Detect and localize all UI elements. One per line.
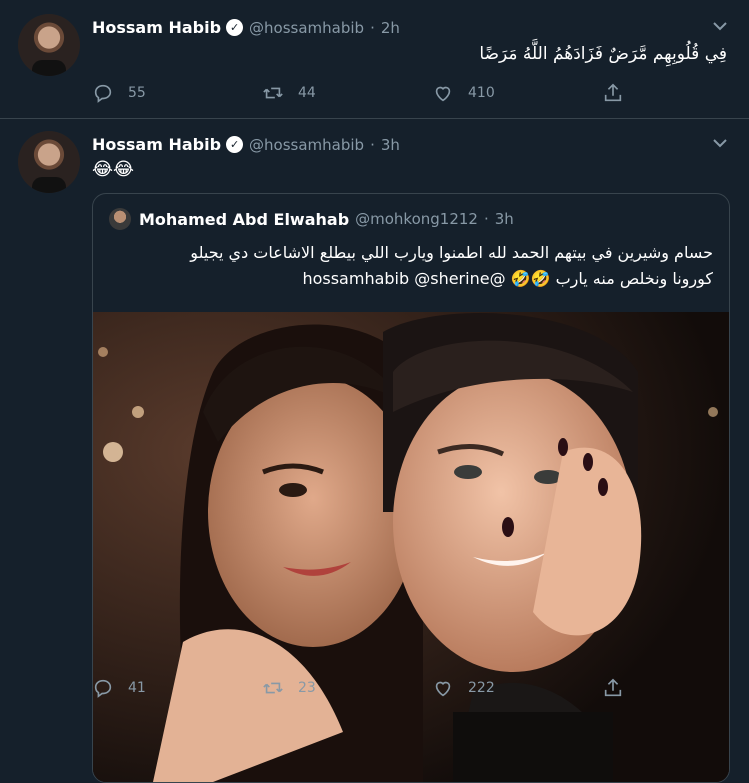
retweet-button[interactable]: 23 — [262, 677, 382, 699]
like-button[interactable]: 410 — [432, 82, 552, 104]
separator: · — [483, 210, 489, 228]
tweet-header: Hossam Habib ✓ @hossamhabib · 2h — [92, 18, 400, 37]
verified-badge-icon: ✓ — [226, 19, 244, 36]
reply-button[interactable]: 41 — [92, 677, 212, 699]
reply-button[interactable]: 55 — [92, 82, 212, 104]
chevron-down-icon[interactable] — [713, 137, 727, 152]
tweet[interactable]: Hossam Habib ✓ @hossamhabib · 2h فِي قُل… — [0, 0, 749, 119]
retweet-count: 23 — [298, 680, 316, 696]
tweet-actions: 41 23 222 — [92, 677, 632, 699]
like-count: 222 — [468, 680, 495, 696]
like-count: 410 — [468, 85, 495, 101]
reply-count: 55 — [128, 85, 146, 101]
retweet-icon — [263, 87, 283, 99]
quoted-tweet-time: 3h — [494, 210, 514, 228]
author-avatar[interactable] — [18, 131, 80, 193]
quoted-author-name: Mohamed Abd Elwahab — [139, 209, 350, 229]
share-button[interactable] — [602, 82, 632, 104]
separator: · — [370, 135, 375, 154]
author-name[interactable]: Hossam Habib — [92, 135, 221, 154]
share-icon — [604, 678, 622, 697]
quoted-tweet-text: حسام وشيرين في بيتهم الحمد لله اطمنوا وي… — [113, 240, 713, 292]
author-handle[interactable]: @hossamhabib — [249, 136, 364, 154]
quoted-text-line: حسام وشيرين في بيتهم الحمد لله اطمنوا وي… — [190, 243, 713, 262]
share-button[interactable] — [602, 677, 632, 699]
tweet-header: Hossam Habib ✓ @hossamhabib · 3h — [92, 135, 400, 154]
quoted-text-line: كورونا ونخلص منه يارب 🤣🤣 @hossamhabib @s… — [302, 269, 713, 288]
quoted-author-handle: @mohkong1212 — [355, 210, 478, 228]
reply-icon — [94, 84, 112, 103]
verified-badge-icon: ✓ — [226, 136, 244, 153]
quoted-author-avatar — [109, 208, 131, 230]
tweet-actions: 55 44 410 — [92, 82, 632, 104]
chevron-down-icon[interactable] — [713, 20, 727, 35]
heart-icon — [435, 86, 451, 102]
retweet-button[interactable]: 44 — [262, 82, 382, 104]
tweet-text: فِي قُلُوبِهِم مَّرَضٌ فَزَادَهُمُ اللَّ… — [479, 44, 727, 64]
quoted-tweet-header: Mohamed Abd Elwahab @mohkong1212 · 3h — [109, 208, 514, 230]
author-avatar[interactable] — [18, 14, 80, 76]
share-icon — [604, 83, 622, 102]
retweet-icon — [263, 682, 283, 694]
tweet-text: 😂😂 — [92, 159, 135, 180]
retweet-count: 44 — [298, 85, 316, 101]
tweet[interactable]: Hossam Habib ✓ @hossamhabib · 3h 😂😂 Moha… — [0, 119, 749, 783]
author-name[interactable]: Hossam Habib — [92, 18, 221, 37]
tweet-time[interactable]: 3h — [381, 136, 400, 154]
separator: · — [370, 18, 375, 37]
tweet-photo[interactable] — [93, 312, 729, 782]
author-handle[interactable]: @hossamhabib — [249, 19, 364, 37]
tweet-time[interactable]: 2h — [381, 19, 400, 37]
like-button[interactable]: 222 — [432, 677, 552, 699]
reply-count: 41 — [128, 680, 146, 696]
couple-photo — [93, 312, 729, 782]
heart-icon — [435, 681, 451, 697]
reply-icon — [94, 679, 112, 698]
